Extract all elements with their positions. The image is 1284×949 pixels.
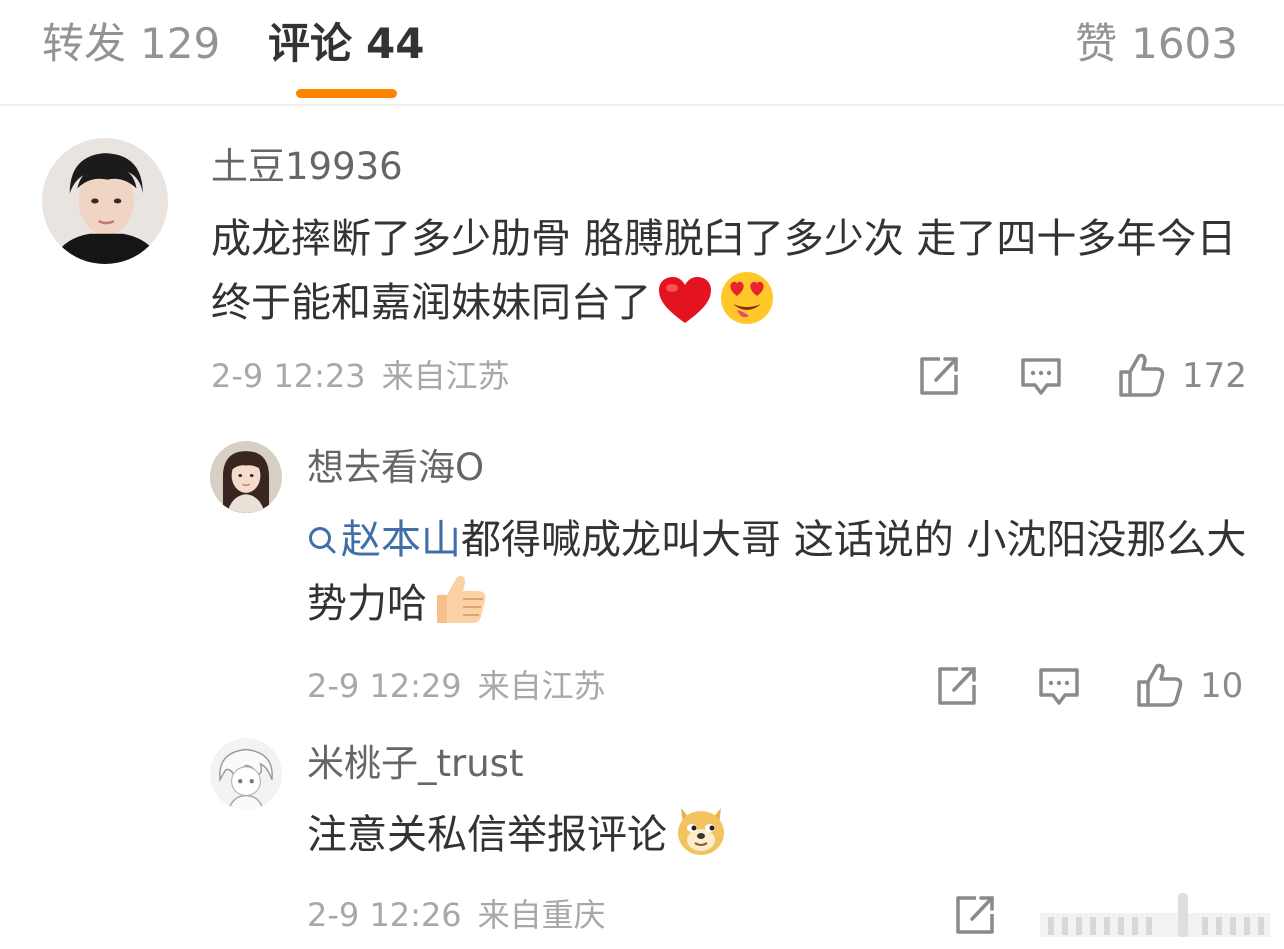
avatar[interactable] — [210, 441, 282, 513]
thumbs-up-icon — [433, 573, 489, 645]
comment-body: 注意关私信举报评论 — [307, 812, 667, 858]
tab-like-label: 赞 — [1075, 19, 1118, 68]
doge-icon — [673, 802, 729, 876]
comment-text: 赵本山都得喊成龙叫大哥 这话说的 小沈阳没那么大势力哈 — [307, 509, 1247, 645]
share-icon[interactable] — [936, 666, 978, 706]
like-count: 10 — [1200, 666, 1244, 706]
comment-meta: 2-9 12:29 来自江苏 — [307, 666, 606, 706]
comment-tabs: 转发 129 评论 44 赞 1603 — [0, 0, 1284, 106]
search-icon — [307, 511, 337, 573]
comment-username[interactable]: 土豆19936 — [211, 144, 403, 190]
topic-link[interactable]: 赵本山 — [307, 517, 461, 563]
comment-time: 2-9 12:23 — [211, 357, 366, 395]
like-count: 172 — [1182, 356, 1247, 396]
like-icon[interactable] — [1118, 352, 1166, 398]
comment-username[interactable]: 想去看海O — [307, 445, 484, 491]
comment-username[interactable]: 米桃子_trust — [307, 741, 523, 787]
comment-location: 来自江苏 — [477, 667, 606, 705]
share-icon[interactable] — [918, 356, 960, 396]
tab-repost-count: 129 — [140, 19, 221, 68]
comment-meta: 2-9 12:23 来自江苏 — [211, 356, 510, 396]
heart-eyes-face-icon — [719, 270, 775, 344]
tab-repost[interactable]: 转发 129 — [42, 16, 220, 72]
tab-comment-count: 44 — [366, 19, 425, 68]
comment-location: 来自江苏 — [381, 357, 510, 395]
tab-comment-label: 评论 — [268, 19, 353, 68]
comment-location: 来自重庆 — [477, 896, 606, 934]
comment-text: 注意关私信举报评论 — [307, 802, 1247, 876]
red-heart-icon — [657, 276, 713, 344]
bottom-watermark — [1040, 893, 1270, 941]
comment-text: 成龙摔断了多少肋骨 胳膊脱臼了多少次 走了四十多年今日终于能和嘉润妹妹同台了 — [211, 208, 1241, 344]
share-icon[interactable] — [954, 895, 996, 935]
comment-time: 2-9 12:29 — [307, 667, 462, 705]
reply-icon[interactable] — [1020, 356, 1062, 398]
tab-like[interactable]: 赞 1603 — [1075, 16, 1238, 72]
tab-like-count: 1603 — [1131, 19, 1238, 68]
avatar[interactable] — [42, 138, 168, 264]
comment-time: 2-9 12:26 — [307, 896, 462, 934]
topic-link-label: 赵本山 — [341, 517, 461, 563]
reply-icon[interactable] — [1038, 666, 1080, 708]
like-icon[interactable] — [1136, 662, 1184, 708]
active-tab-indicator — [296, 89, 397, 98]
tab-comment[interactable]: 评论 44 — [268, 16, 424, 72]
comment-meta: 2-9 12:26 来自重庆 — [307, 895, 606, 935]
avatar[interactable] — [210, 738, 282, 810]
tab-repost-label: 转发 — [42, 19, 127, 68]
